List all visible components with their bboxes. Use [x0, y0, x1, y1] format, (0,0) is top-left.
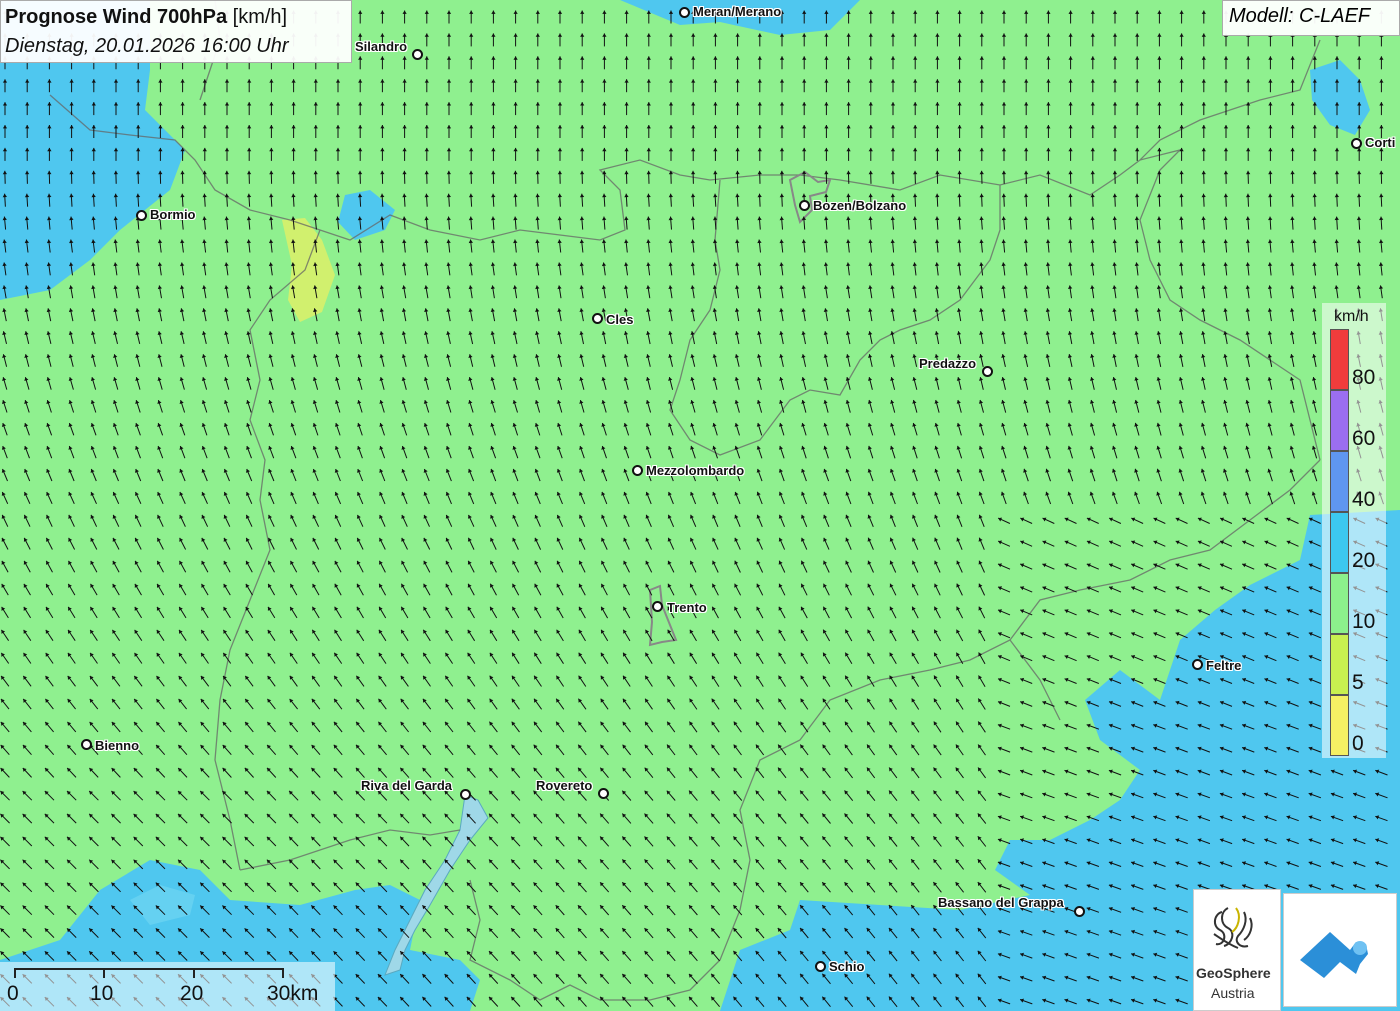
wind-map[interactable] — [0, 0, 1400, 1011]
